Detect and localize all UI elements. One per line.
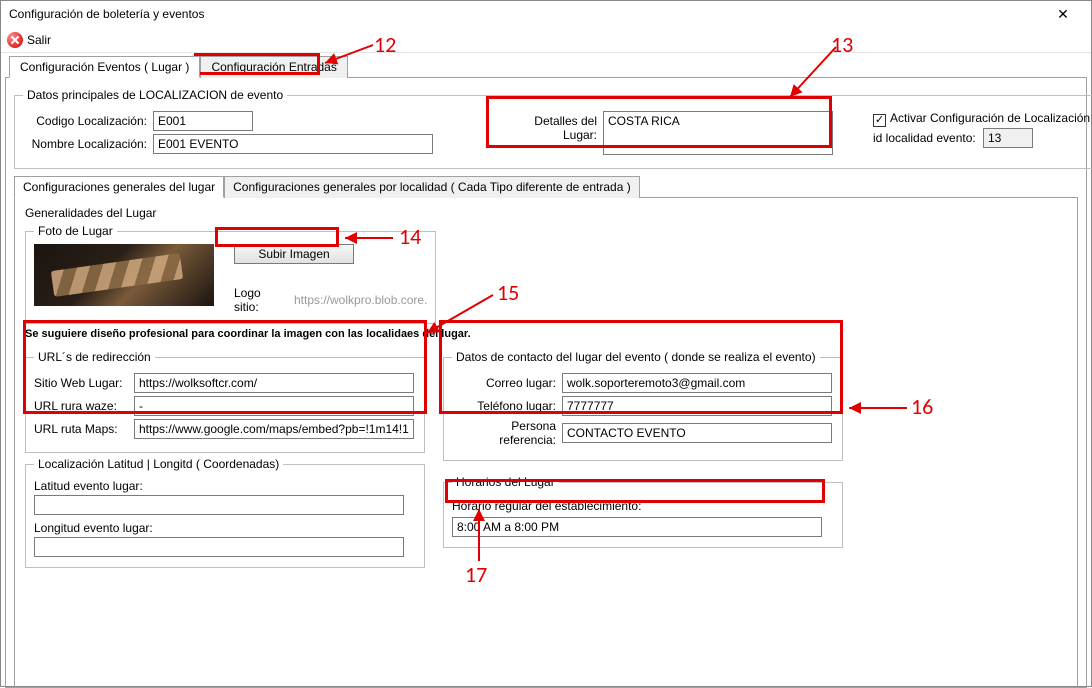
schedule-legend: Horarios del Lugar xyxy=(452,475,559,489)
maps-input[interactable] xyxy=(134,419,414,439)
urls-group: URL´s de redirección Sitio Web Lugar: UR… xyxy=(25,350,425,453)
error-icon xyxy=(7,32,23,48)
sitio-label: Sitio Web Lugar: xyxy=(34,376,134,390)
detalles-textarea[interactable]: COSTA RICA xyxy=(603,111,833,155)
logo-label: Logo sitio: xyxy=(234,286,294,314)
toolbar: Salir xyxy=(1,27,1091,53)
coords-legend: Localización Latitud | Longitd ( Coorden… xyxy=(34,457,283,471)
schedule-regular-label: Horario regular del establecimiento: xyxy=(452,499,834,513)
foto-legend: Foto de Lugar xyxy=(34,224,117,238)
detalles-label: Detalles del Lugar: xyxy=(503,111,603,142)
close-icon[interactable]: ✕ xyxy=(1043,6,1083,23)
localization-group: Datos principales de LOCALIZACION de eve… xyxy=(14,88,1092,169)
maps-label: URL ruta Maps: xyxy=(34,422,134,436)
tel-label: Teléfono lugar: xyxy=(452,399,562,413)
localization-legend: Datos principales de LOCALIZACION de eve… xyxy=(23,88,287,102)
titlebar: Configuración de boletería y eventos ✕ xyxy=(1,1,1091,27)
urls-legend: URL´s de redirección xyxy=(34,350,155,364)
lat-label: Latitud evento lugar: xyxy=(34,479,416,493)
inner-tabs: Configuraciones generales del lugar Conf… xyxy=(14,175,1078,198)
schedule-group: Horarios del Lugar Horario regular del e… xyxy=(443,475,843,548)
ref-label: Persona referencia: xyxy=(452,419,562,447)
id-input xyxy=(983,128,1033,148)
tab-config-eventos[interactable]: Configuración Eventos ( Lugar ) xyxy=(9,56,200,78)
lat-input[interactable] xyxy=(34,495,404,515)
logo-value: https://wolkpro.blob.core. xyxy=(294,293,427,307)
lon-input[interactable] xyxy=(34,537,404,557)
exit-label: Salir xyxy=(27,33,51,47)
sitio-input[interactable] xyxy=(134,373,414,393)
correo-label: Correo lugar: xyxy=(452,376,562,390)
ref-input[interactable] xyxy=(562,423,832,443)
nombre-input[interactable] xyxy=(153,134,433,154)
id-label: id localidad evento: xyxy=(873,131,983,145)
main-tabs: Configuración Eventos ( Lugar ) Configur… xyxy=(5,53,1087,78)
app-window: Configuración de boletería y eventos ✕ S… xyxy=(0,0,1092,687)
contact-legend: Datos de contacto del lugar del evento (… xyxy=(452,350,820,364)
codigo-label: Codigo Localización: xyxy=(23,114,153,128)
exit-button[interactable]: Salir xyxy=(7,32,51,48)
tel-input[interactable] xyxy=(562,396,832,416)
waze-input[interactable] xyxy=(134,396,414,416)
activar-checkbox[interactable] xyxy=(873,114,886,127)
nombre-label: Nombre Localización: xyxy=(23,137,153,151)
upload-image-button[interactable]: Subir Imagen xyxy=(234,244,354,264)
activar-label: Activar Configuración de Localización xyxy=(890,111,1090,125)
contact-group: Datos de contacto del lugar del evento (… xyxy=(443,350,843,461)
schedule-regular-input[interactable] xyxy=(452,517,822,537)
window-title: Configuración de boletería y eventos xyxy=(9,7,204,21)
generalidades-legend: Generalidades del Lugar xyxy=(25,206,1067,220)
coords-group: Localización Latitud | Longitd ( Coorden… xyxy=(25,457,425,568)
generalidades-group: Generalidades del Lugar Foto de Lugar Su… xyxy=(25,206,1067,340)
foto-group: Foto de Lugar Subir Imagen Logo sitio: h… xyxy=(25,224,436,324)
tab-config-entradas[interactable]: Configuración Entradas xyxy=(200,56,347,78)
codigo-input[interactable] xyxy=(153,111,253,131)
lon-label: Longitud evento lugar: xyxy=(34,521,416,535)
place-photo-thumb xyxy=(34,244,214,306)
waze-label: URL rura waze: xyxy=(34,399,134,413)
tab-general-localidad[interactable]: Configuraciones generales por localidad … xyxy=(224,176,640,198)
correo-input[interactable] xyxy=(562,373,832,393)
design-note: Se suguiere diseño profesional para coor… xyxy=(25,328,1067,340)
main-pane: Datos principales de LOCALIZACION de eve… xyxy=(5,78,1087,688)
inner-pane: Generalidades del Lugar Foto de Lugar Su… xyxy=(14,198,1078,688)
tab-general-lugar[interactable]: Configuraciones generales del lugar xyxy=(14,176,224,198)
